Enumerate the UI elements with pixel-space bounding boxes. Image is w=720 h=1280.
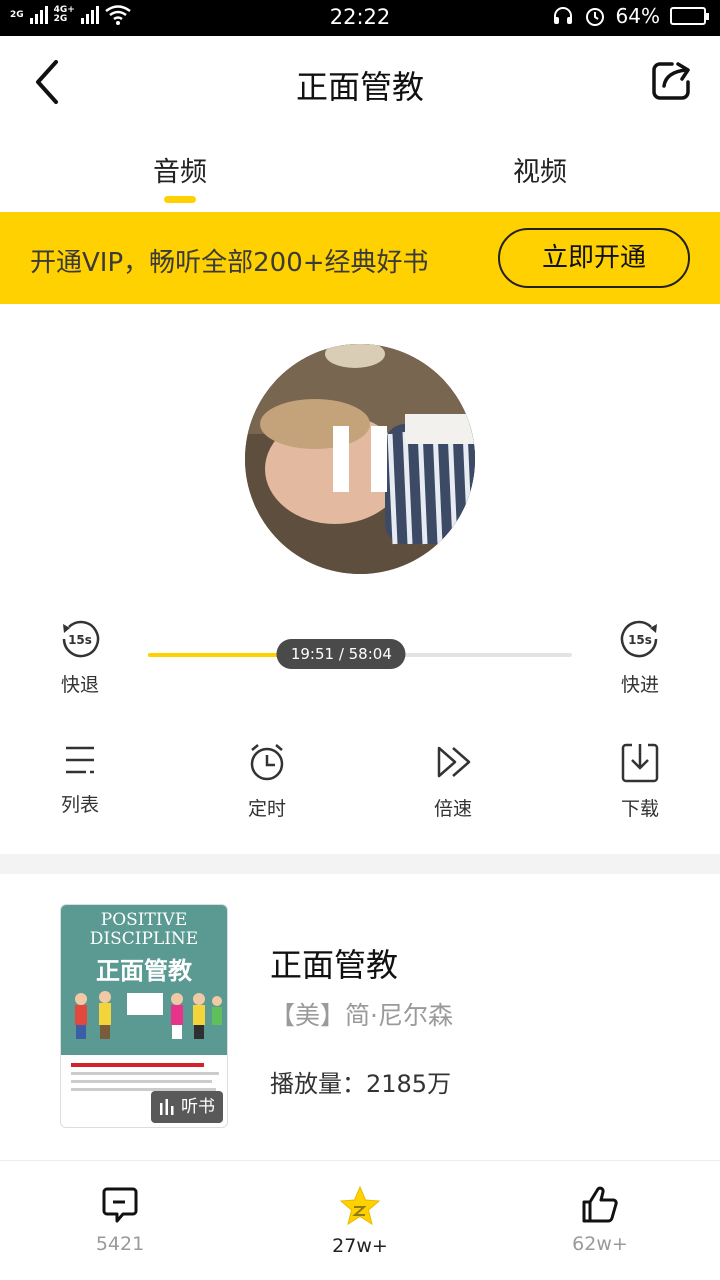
battery-percent: 64% (615, 4, 660, 28)
listen-badge: 听书 (151, 1091, 223, 1123)
listen-badge-label: 听书 (181, 1097, 215, 1117)
timer-label: 定时 (247, 798, 286, 820)
favorite-count: 27w+ (332, 1235, 388, 1257)
list-icon (66, 746, 94, 774)
bottom-action-bar: 5421 27w+ 62w+ (0, 1160, 720, 1280)
progress-track[interactable]: 19:51 / 58:04 (148, 639, 572, 669)
status-right: 64% (552, 4, 709, 28)
progress-played (148, 653, 293, 657)
speed-button[interactable]: 倍速 (403, 740, 503, 821)
comment-button[interactable]: 5421 (50, 1185, 190, 1255)
skip-back-label: 快退 (60, 674, 99, 696)
section-divider (0, 854, 720, 874)
pause-icon[interactable] (245, 344, 475, 574)
favorite-button[interactable]: 27w+ (290, 1185, 430, 1257)
speed-label: 倍速 (433, 798, 472, 820)
download-button[interactable]: 下载 (590, 740, 690, 821)
playlist-button[interactable]: 列表 (30, 740, 130, 817)
forward-15-icon: 15s (620, 620, 658, 658)
vip-open-button[interactable]: 立即开通 (498, 228, 690, 288)
skip-back-button[interactable]: 15s 快退 (40, 618, 120, 697)
book-cover-title-en: POSITIVE DISCIPLINE (89, 910, 199, 949)
page-title: 正面管教 (295, 68, 424, 106)
tab-indicator (164, 196, 196, 203)
skip-forward-seconds: 15s (628, 633, 652, 647)
progress-time-display[interactable]: 19:51 / 58:04 (276, 639, 406, 669)
comment-icon (102, 1187, 138, 1223)
tab-video[interactable]: 视频 (440, 150, 640, 189)
fast-forward-icon (437, 746, 471, 778)
comment-count: 5421 (95, 1233, 145, 1255)
book-title: 正面管教 (270, 946, 399, 984)
skip-back-seconds: 15s (68, 633, 92, 647)
book-play-count: 播放量：2185万 (270, 1070, 452, 1098)
like-count: 62w+ (572, 1233, 628, 1255)
vip-banner: 开通VIP，畅听全部200+经典好书 立即开通 (0, 212, 720, 304)
thumbs-up-icon (582, 1186, 618, 1223)
tab-audio[interactable]: 音频 (80, 150, 280, 189)
status-bar: 2G 4G+ 2G 22:22 64% (0, 0, 720, 36)
book-cover[interactable]: POSITIVE DISCIPLINE 正面管教 听书 (60, 904, 228, 1128)
timer-button[interactable]: 定时 (217, 740, 317, 821)
media-tabs: 音频 视频 (0, 128, 720, 212)
player-actions: 列表 定时 倍速 下载 (0, 740, 720, 830)
rewind-15-icon: 15s (62, 620, 100, 658)
vip-banner-text: 开通VIP，畅听全部200+经典好书 (30, 248, 429, 278)
progress-row: 15s 快退 19:51 / 58:04 15s 快进 (0, 618, 720, 708)
album-cover[interactable] (245, 344, 475, 574)
book-author: 【美】简·尼尔森 (270, 1001, 453, 1030)
download-label: 下载 (620, 798, 659, 820)
skip-forward-label: 快进 (620, 674, 659, 696)
alarm-icon (585, 8, 604, 26)
alarm-clock-icon (250, 744, 284, 781)
book-cover-kids-illustration (75, 991, 222, 1039)
like-button[interactable]: 62w+ (530, 1185, 670, 1255)
headset-icon (553, 7, 572, 24)
star-icon (339, 1185, 381, 1226)
book-cover-title-cn: 正面管教 (96, 957, 192, 985)
skip-forward-button[interactable]: 15s 快进 (600, 618, 680, 697)
download-icon (621, 743, 659, 783)
share-icon[interactable] (650, 58, 694, 102)
book-cover-art: POSITIVE DISCIPLINE 正面管教 (61, 905, 227, 1055)
battery-icon (670, 7, 709, 25)
audio-bars-icon (160, 1099, 174, 1115)
playlist-label: 列表 (60, 794, 99, 816)
header: 正面管教 (0, 36, 720, 128)
